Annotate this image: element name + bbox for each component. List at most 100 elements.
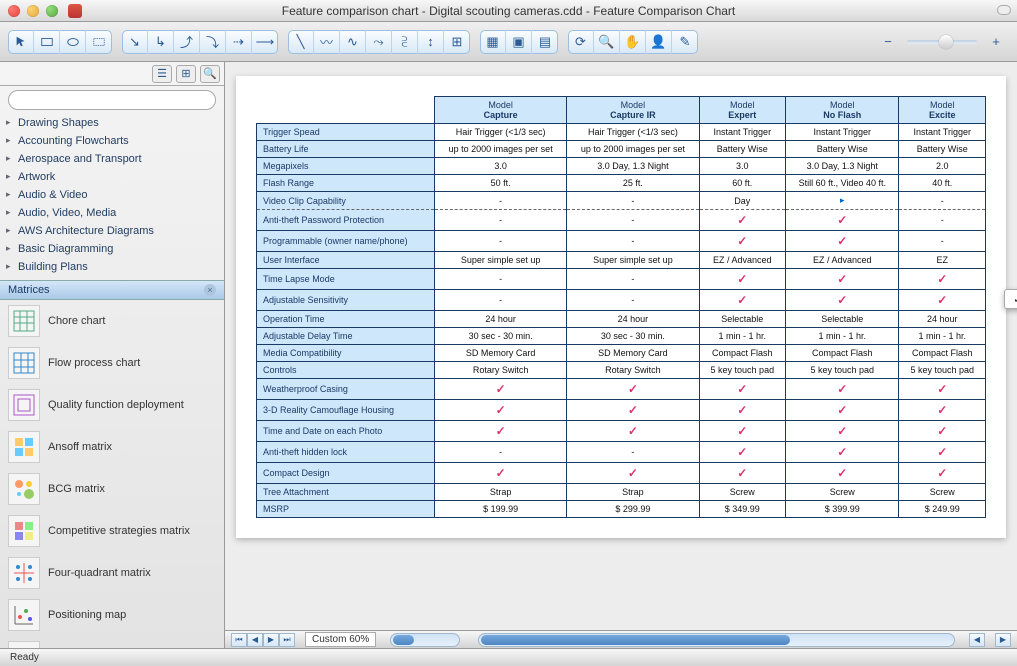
table-cell[interactable]: Still 60 ft., Video 40 ft. xyxy=(786,175,899,192)
table-cell[interactable]: - xyxy=(435,290,567,311)
library-item[interactable]: Quality function deployment xyxy=(0,384,224,426)
table-cell[interactable]: SD Memory Card xyxy=(435,345,567,362)
library-item[interactable]: Chore chart xyxy=(0,300,224,342)
user-icon[interactable]: 👤 xyxy=(646,30,672,54)
table-cell[interactable]: ▸ xyxy=(786,192,899,210)
table-cell[interactable]: ✓ xyxy=(899,290,986,311)
table-cell[interactable]: Battery Wise xyxy=(699,141,785,158)
view-1[interactable]: ▦ xyxy=(480,30,506,54)
table-cell[interactable]: 30 sec - 30 min. xyxy=(435,328,567,345)
table-cell[interactable]: Battery Wise xyxy=(786,141,899,158)
table-cell[interactable]: 1 min - 1 hr. xyxy=(699,328,785,345)
table-cell[interactable]: ✓ xyxy=(786,379,899,400)
table-cell[interactable]: Rotary Switch xyxy=(435,362,567,379)
table-cell[interactable]: ✓ xyxy=(435,400,567,421)
comparison-table[interactable]: ModelCaptureModelCapture IRModelExpertMo… xyxy=(256,96,986,518)
table-cell[interactable]: Hair Trigger (<1/3 sec) xyxy=(567,124,699,141)
table-cell[interactable]: - xyxy=(435,269,567,290)
table-cell[interactable]: EZ xyxy=(899,252,986,269)
page-tab-scroll[interactable] xyxy=(390,633,460,647)
conn-6[interactable]: ⟶ xyxy=(252,30,278,54)
tree-category[interactable]: AWS Architecture Diagrams xyxy=(0,222,224,240)
table-cell[interactable]: $ 249.99 xyxy=(899,501,986,518)
table-cell[interactable]: ✓ xyxy=(699,421,785,442)
table-cell[interactable]: Instant Trigger xyxy=(786,124,899,141)
line-4[interactable]: ⤳ xyxy=(366,30,392,54)
zoom-out-icon[interactable]: − xyxy=(875,30,901,54)
table-cell[interactable]: - xyxy=(567,210,699,231)
table-cell[interactable]: up to 2000 images per set xyxy=(435,141,567,158)
table-cell[interactable]: 5 key touch pad xyxy=(786,362,899,379)
table-cell[interactable]: ✓ xyxy=(699,231,785,252)
table-cell[interactable]: 24 hour xyxy=(435,311,567,328)
table-cell[interactable]: - xyxy=(435,231,567,252)
table-cell[interactable]: Hair Trigger (<1/3 sec) xyxy=(435,124,567,141)
table-cell[interactable]: ✓ xyxy=(435,421,567,442)
rectangle-tool[interactable] xyxy=(34,30,60,54)
hand-icon[interactable]: ✋ xyxy=(620,30,646,54)
conn-1[interactable]: ↘ xyxy=(122,30,148,54)
conn-5[interactable]: ⇢ xyxy=(226,30,252,54)
table-cell[interactable]: - xyxy=(567,442,699,463)
horizontal-scrollbar[interactable] xyxy=(478,633,955,647)
table-cell[interactable]: ✓ xyxy=(786,442,899,463)
table-cell[interactable]: 60 ft. xyxy=(699,175,785,192)
sidebar-search-icon[interactable]: 🔍 xyxy=(200,65,220,83)
table-cell[interactable]: 3.0 Day, 1.3 Night xyxy=(786,158,899,175)
table-cell[interactable]: ✓ xyxy=(435,463,567,484)
line-5[interactable]: ⫔ xyxy=(392,30,418,54)
table-cell[interactable]: Screw xyxy=(899,484,986,501)
zoom-icon[interactable]: 🔍 xyxy=(594,30,620,54)
autocomplete-tooltip[interactable]: ✓ Check xyxy=(1004,289,1017,309)
table-cell[interactable]: 3.0 xyxy=(435,158,567,175)
tree-category[interactable]: Drawing Shapes xyxy=(0,114,224,132)
table-cell[interactable]: ✓ xyxy=(786,421,899,442)
table-cell[interactable]: Strap xyxy=(567,484,699,501)
tree-category[interactable]: Building Plans xyxy=(0,258,224,276)
table-cell[interactable]: 5 key touch pad xyxy=(899,362,986,379)
table-cell[interactable]: 40 ft. xyxy=(899,175,986,192)
tree-category[interactable]: Accounting Flowcharts xyxy=(0,132,224,150)
table-cell[interactable]: Compact Flash xyxy=(786,345,899,362)
line-3[interactable]: ∿ xyxy=(340,30,366,54)
library-item[interactable]: Porter's value chain diagram xyxy=(0,636,224,648)
table-cell[interactable]: - xyxy=(899,231,986,252)
conn-2[interactable]: ↳ xyxy=(148,30,174,54)
table-cell[interactable]: ✓ xyxy=(786,290,899,311)
table-cell[interactable]: Compact Flash xyxy=(899,345,986,362)
table-cell[interactable]: Instant Trigger xyxy=(899,124,986,141)
library-item[interactable]: Four-quadrant matrix xyxy=(0,552,224,594)
table-cell[interactable]: - xyxy=(435,192,567,210)
table-cell[interactable]: 25 ft. xyxy=(567,175,699,192)
refresh-icon[interactable]: ⟳ xyxy=(568,30,594,54)
table-cell[interactable]: - xyxy=(899,210,986,231)
table-cell[interactable]: Selectable xyxy=(786,311,899,328)
table-cell[interactable]: Battery Wise xyxy=(899,141,986,158)
table-cell[interactable]: $ 199.99 xyxy=(435,501,567,518)
table-cell[interactable]: ✓ xyxy=(899,400,986,421)
table-cell[interactable]: Compact Flash xyxy=(699,345,785,362)
view-2[interactable]: ▣ xyxy=(506,30,532,54)
tree-category[interactable]: Audio, Video, Media xyxy=(0,204,224,222)
table-cell[interactable]: Selectable xyxy=(699,311,785,328)
view-3[interactable]: ▤ xyxy=(532,30,558,54)
table-cell[interactable]: - xyxy=(435,210,567,231)
table-cell[interactable]: 24 hour xyxy=(567,311,699,328)
table-cell[interactable]: ✓ xyxy=(786,463,899,484)
table-cell[interactable]: $ 399.99 xyxy=(786,501,899,518)
marker-icon[interactable]: ✎ xyxy=(672,30,698,54)
table-cell[interactable]: ✓ xyxy=(699,269,785,290)
library-item[interactable]: BCG matrix xyxy=(0,468,224,510)
line-1[interactable]: ╲ xyxy=(288,30,314,54)
page-first[interactable]: ⏮ xyxy=(231,633,247,647)
table-cell[interactable]: EZ / Advanced xyxy=(699,252,785,269)
zoom-slider[interactable] xyxy=(907,40,977,44)
zoom-in-icon[interactable]: + xyxy=(983,30,1009,54)
window-minimize-button[interactable] xyxy=(27,5,39,17)
table-cell[interactable]: ✓ xyxy=(699,400,785,421)
ellipse-tool[interactable] xyxy=(60,30,86,54)
table-cell[interactable]: - xyxy=(567,231,699,252)
table-cell[interactable]: - xyxy=(435,442,567,463)
table-cell[interactable]: 5 key touch pad xyxy=(699,362,785,379)
table-cell[interactable]: ✓ xyxy=(567,463,699,484)
